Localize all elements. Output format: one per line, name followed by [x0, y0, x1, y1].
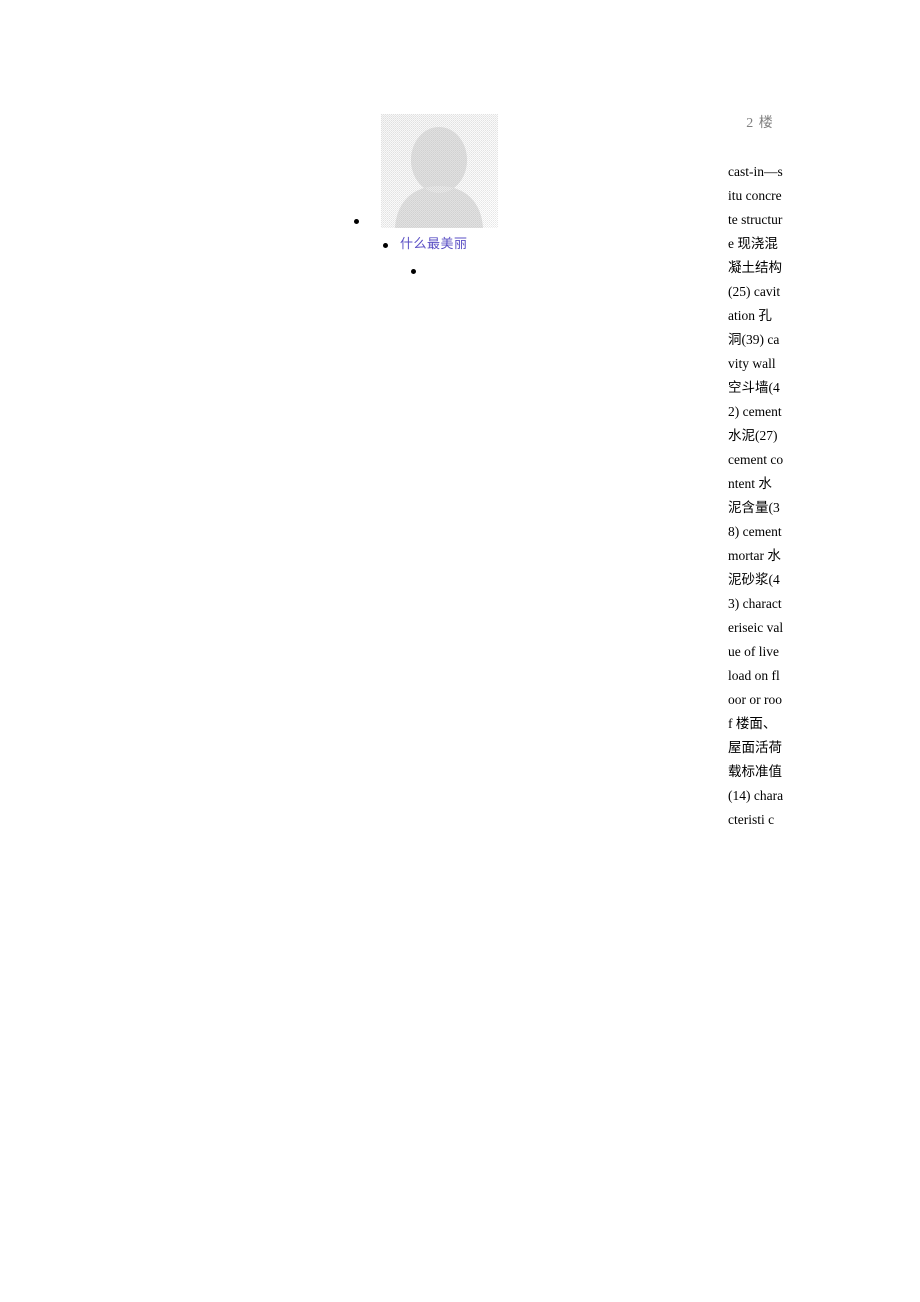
default-user-avatar-icon — [381, 114, 498, 228]
list-bullet-level-2 — [383, 243, 388, 248]
avatar[interactable] — [381, 114, 498, 228]
floor-number-label: 2 楼 — [746, 116, 774, 131]
list-bullet-level-3 — [411, 269, 416, 274]
glossary-text: cast-in—situ concrete structure 现浇混凝土结构(… — [728, 164, 784, 827]
post-author-nickname-link[interactable]: 什么最美丽 — [400, 236, 468, 253]
list-bullet-level-1 — [354, 219, 359, 224]
glossary-text-column: cast-in—situ concrete structure 现浇混凝土结构(… — [728, 160, 784, 832]
post-block: 什么最美丽 — [0, 0, 560, 300]
